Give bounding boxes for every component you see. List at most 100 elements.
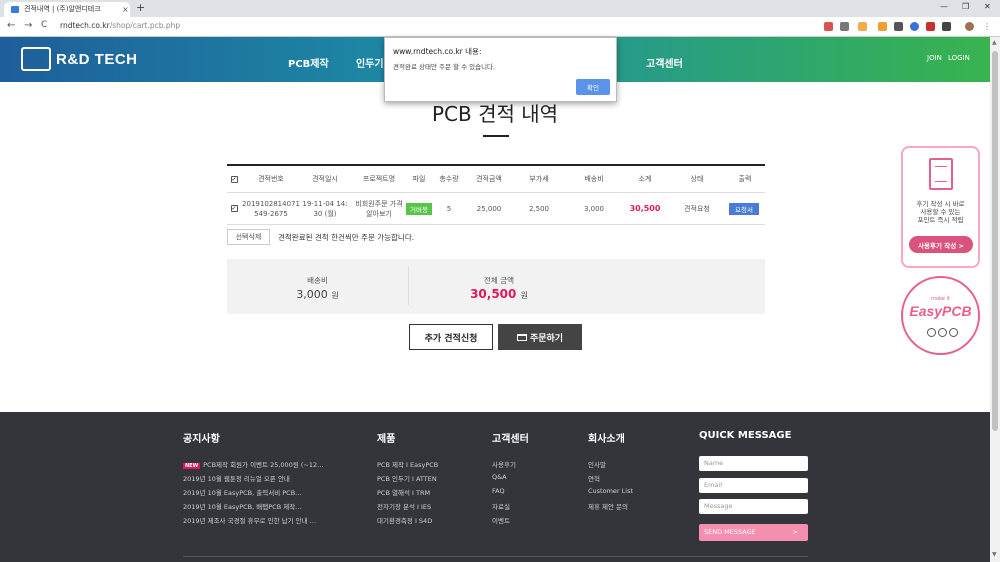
review-banner[interactable]: 후기 작성 시 바로 사용할 수 있는 포인트 즉시 적립 사용후기 작성 > <box>901 146 980 268</box>
header-date: 견적일시 <box>312 175 338 183</box>
easypcb-banner[interactable]: make it EasyPCB <box>901 276 980 355</box>
dialog-ok-button[interactable]: 확인 <box>576 79 610 95</box>
product-link[interactable]: PCB 인두기 I ATTEN <box>377 473 437 483</box>
notebook-icon <box>929 158 953 190</box>
order-button[interactable]: 주문하기 <box>498 324 582 350</box>
easypcb-logo: EasyPCB <box>909 303 972 319</box>
shipping-amount: 3,000 <box>296 288 328 301</box>
scroll-up-icon[interactable]: ▲ <box>992 39 997 46</box>
card-icon <box>516 333 527 341</box>
url-field[interactable]: rndtech.co.kr/shop/cart.pcb.php <box>60 21 180 30</box>
add-quote-button[interactable]: 추가 견적신청 <box>409 324 493 350</box>
header-amount: 견적금액 <box>476 175 502 183</box>
extension-icon[interactable] <box>824 22 833 31</box>
ansi-icon <box>948 328 958 337</box>
product-link[interactable]: PCB 열해석 I TRM <box>377 487 430 497</box>
summary-box: 배송비 3,000 원 전체 금액 30,500 원 <box>227 259 765 314</box>
extension-icon[interactable] <box>910 22 919 31</box>
quote-table: ✓ 견적번호 견적일시 프로젝트명 파일 총수량 견적금액 부가세 배송비 소계… <box>227 164 765 225</box>
logo-icon[interactable] <box>21 47 51 71</box>
subtotal: 30,500 <box>629 204 661 213</box>
forward-icon[interactable]: → <box>24 20 32 31</box>
new-tab-icon[interactable]: + <box>136 1 145 14</box>
tab-title: 견적내역 | (주)알앤디테크 <box>24 5 101 13</box>
page-scrollbar[interactable]: ▲ ▼ <box>990 37 1000 562</box>
makeit-text: make it <box>931 296 950 302</box>
qty: 5 <box>446 204 452 213</box>
browser-tab-bar: 견적내역 | (주)알앤디테크 × + — ❐ ✕ <box>0 0 1000 17</box>
url-path: /shop/cart.pcb.php <box>109 21 181 30</box>
support-link[interactable]: 이벤트 <box>492 515 510 525</box>
page-title: PCB 견적 내역 <box>431 102 559 126</box>
scroll-down-icon[interactable]: ▼ <box>992 551 997 558</box>
menu-icon[interactable]: ⋮ <box>983 22 992 31</box>
total-unit: 원 <box>520 291 528 300</box>
extension-icon[interactable] <box>894 22 903 31</box>
quick-message-input[interactable]: Message <box>699 499 808 514</box>
footer-divider <box>183 556 808 557</box>
send-message-button[interactable]: SEND MESSAGE > <box>699 524 808 541</box>
shipping-label: 배송비 <box>307 276 328 285</box>
browser-tab[interactable]: 견적내역 | (주)알앤디테크 × <box>4 2 130 17</box>
project-name[interactable]: 비회원주문 가격 알아보기 <box>349 193 409 224</box>
ul-icon <box>937 328 947 337</box>
company-link[interactable]: 인사말 <box>588 459 606 469</box>
login-link[interactable]: LOGIN <box>948 54 970 62</box>
support-link[interactable]: FAQ <box>492 487 505 495</box>
notice-item[interactable]: 2019년 10월 EasyPCB, 출력서비 PCB… <box>183 487 302 497</box>
address-bar: ← → C rndtech.co.kr/shop/cart.pcb.php ⋮ <box>0 17 1000 37</box>
minimize-icon[interactable]: — <box>940 2 948 11</box>
header-subtotal: 소계 <box>638 175 652 183</box>
extension-icon[interactable] <box>942 22 951 31</box>
notice-item[interactable]: NEW PCB제작 회원가 이벤트 25,000원 (~12… <box>183 459 324 469</box>
support-link[interactable]: 사용후기 <box>492 459 516 469</box>
date-line1: 19-11-04 14: <box>302 199 348 208</box>
row-checkbox[interactable]: ✓ <box>230 205 238 212</box>
product-link[interactable]: 전자기장 분석 I IES <box>377 501 431 511</box>
notice-item[interactable]: 2019년 제조사 국경절 휴무로 인한 납기 안내 … <box>183 515 316 525</box>
print-button[interactable]: 요청서 <box>729 202 759 215</box>
join-link[interactable]: JOIN <box>927 54 942 62</box>
project-line1: 비회원주문 가격 <box>355 199 403 208</box>
write-review-button[interactable]: 사용후기 작성 > <box>909 236 973 253</box>
footer-quick-title: QUICK MESSAGE <box>699 430 792 441</box>
reload-icon[interactable]: C <box>41 20 47 30</box>
tab-close-icon[interactable]: × <box>122 2 129 17</box>
back-icon[interactable]: ← <box>7 20 15 31</box>
logo[interactable]: R&D TECH <box>56 51 138 68</box>
avatar[interactable] <box>965 22 974 31</box>
select-all-checkbox[interactable]: ✓ <box>230 175 238 183</box>
header-print: 출력 <box>738 175 752 183</box>
header-file: 파일 <box>412 175 426 183</box>
order-note: 견적완료된 견적 한건씩만 주문 가능합니다. <box>278 233 415 242</box>
nav-soldering[interactable]: 인두기 <box>356 55 384 70</box>
quick-name-input[interactable]: Name <box>699 456 808 471</box>
arrow-icon: > <box>792 528 798 536</box>
header-vat: 부가세 <box>529 175 549 183</box>
site-footer: 공지사항 NEW PCB제작 회원가 이벤트 25,000원 (~12… 2019… <box>0 412 990 562</box>
star-icon[interactable] <box>858 22 867 31</box>
support-link[interactable]: Q&A <box>492 473 507 481</box>
company-link[interactable]: 연혁 <box>588 473 600 483</box>
delete-selected-button[interactable]: 선택삭제 <box>227 229 270 245</box>
extension-icon[interactable] <box>926 22 935 31</box>
dialog-title: www.rndtech.co.kr 내용: <box>393 47 482 56</box>
notice-item[interactable]: 2019년 10월 웹툰정 리뉴얼 오픈 안내 <box>183 473 290 483</box>
key-icon[interactable] <box>840 22 849 31</box>
nav-pcb[interactable]: PCB제작 <box>288 55 329 70</box>
total-label: 전체 금액 <box>484 276 514 285</box>
product-link[interactable]: PCB 제작 I EasyPCB <box>377 459 438 469</box>
quick-email-input[interactable]: Email <box>699 478 808 493</box>
header-shipping: 배송비 <box>584 175 604 183</box>
extension-icon[interactable] <box>878 22 887 31</box>
maximize-icon[interactable]: ❐ <box>962 2 969 11</box>
support-link[interactable]: 자료실 <box>492 501 510 511</box>
product-link[interactable]: 대기환경측정 I S4D <box>377 515 432 525</box>
company-link[interactable]: Customer List <box>588 487 633 495</box>
scroll-thumb[interactable] <box>992 51 998 431</box>
amount: 25,000 <box>476 204 502 213</box>
notice-item[interactable]: 2019년 10월 EasyPCB, 배탭PCB 제작… <box>183 501 302 511</box>
close-window-icon[interactable]: ✕ <box>984 2 991 11</box>
nav-support[interactable]: 고객센터 <box>646 55 683 70</box>
company-link[interactable]: 제휴 제안 문의 <box>588 501 628 511</box>
